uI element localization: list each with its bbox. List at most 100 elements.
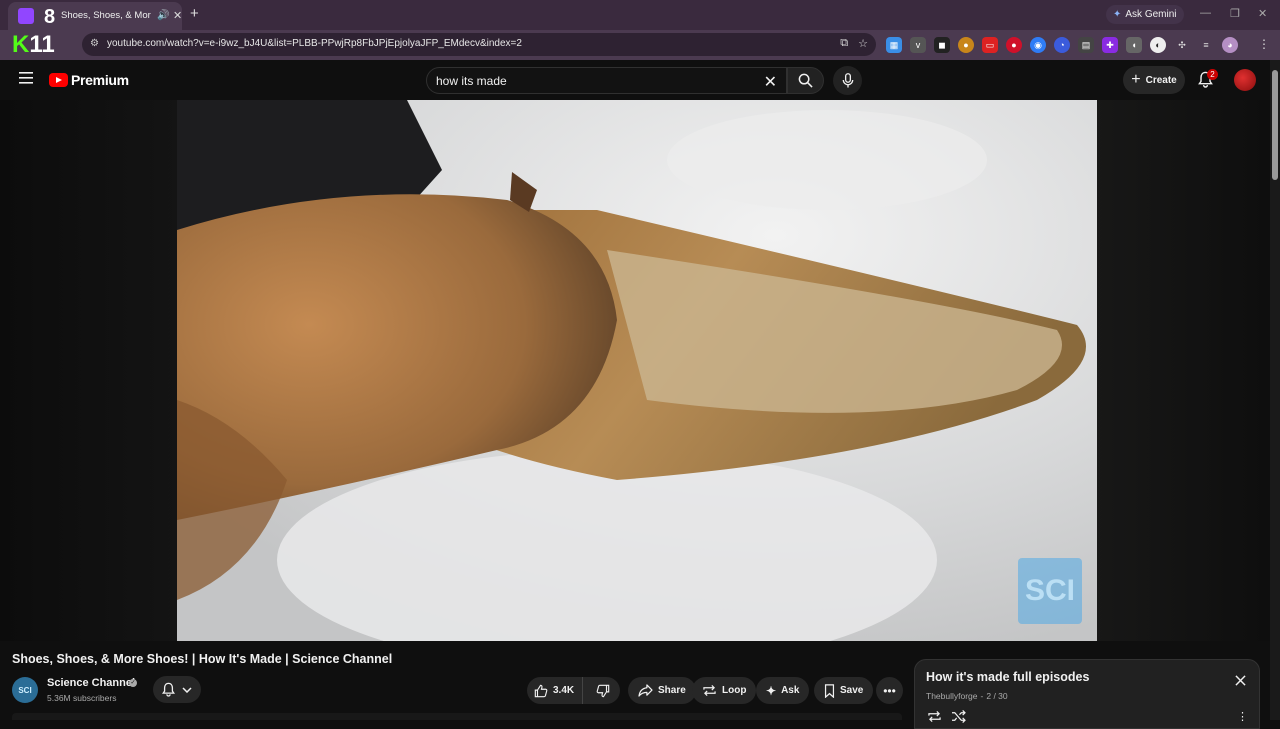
premium-label: Premium bbox=[71, 72, 129, 88]
speaker-icon[interactable]: 🔊 bbox=[157, 10, 169, 21]
plus-icon[interactable]: + bbox=[190, 5, 199, 22]
tab-badge: 8 bbox=[44, 6, 56, 28]
search-query[interactable]: how its made bbox=[436, 74, 507, 88]
extension-icon[interactable]: ✚ bbox=[1102, 37, 1118, 53]
browser-toolbar: K11 ⚙ youtube.com/watch?v=e-i9wz_bJ4U&li… bbox=[0, 30, 1280, 60]
thumbs-down-icon bbox=[596, 684, 610, 697]
thumbs-up-icon bbox=[534, 684, 548, 697]
subscriber-count: 5.36M subscribers bbox=[47, 693, 117, 703]
ask-label: Ask bbox=[781, 685, 800, 696]
extension-icon[interactable]: ● bbox=[1006, 37, 1022, 53]
extension-icon[interactable]: ▭ bbox=[982, 37, 998, 53]
ask-button[interactable]: ✦ Ask bbox=[756, 677, 810, 704]
save-button[interactable]: Save bbox=[814, 677, 874, 704]
browser-tab-strip: 8 Shoes, Shoes, & More Shoes! 🔊 ✕ + ✦ As… bbox=[0, 0, 1280, 30]
youtube-premium-logo[interactable]: Premium bbox=[49, 72, 129, 88]
create-label: Create bbox=[1145, 74, 1177, 86]
extension-icon[interactable]: v bbox=[910, 37, 926, 53]
like-button[interactable]: 3.4K bbox=[527, 677, 584, 704]
loop-button[interactable]: Loop bbox=[692, 677, 757, 704]
search-button[interactable] bbox=[787, 67, 824, 94]
loop-label: Loop bbox=[722, 685, 747, 696]
plus-icon: + bbox=[1131, 71, 1141, 88]
twitch-favicon-icon bbox=[18, 8, 34, 24]
video-frame[interactable]: SCI bbox=[177, 100, 1097, 641]
extension-icon[interactable]: ◼ bbox=[934, 37, 950, 53]
extension-icon[interactable]: ◐ bbox=[1150, 37, 1166, 53]
extension-icon[interactable]: ▦ bbox=[886, 37, 902, 53]
notification-count-badge: 2 bbox=[1207, 69, 1218, 80]
site-info-icon[interactable]: ⚙ bbox=[90, 38, 99, 49]
playlist-position: 2 / 30 bbox=[986, 691, 1008, 701]
create-button[interactable]: + Create bbox=[1123, 66, 1185, 94]
search-icon bbox=[798, 73, 813, 88]
extension-icon[interactable]: ◖ bbox=[1126, 37, 1142, 53]
share-button[interactable]: Share bbox=[628, 677, 696, 704]
extension-icon[interactable]: ● bbox=[958, 37, 974, 53]
extension-icon[interactable]: ◔ bbox=[1054, 37, 1070, 53]
url-text[interactable]: youtube.com/watch?v=e-i9wz_bJ4U&list=PLB… bbox=[107, 38, 522, 49]
bell-icon bbox=[162, 682, 176, 697]
playlist-meta: Thebullyforge - 2 / 30 bbox=[926, 691, 1008, 701]
ask-gemini-button[interactable]: ✦ Ask Gemini bbox=[1106, 5, 1184, 24]
share-arrow-icon bbox=[638, 684, 653, 697]
playlist-panel: How it's made full episodes Thebullyforg… bbox=[914, 659, 1260, 729]
bookmark-icon bbox=[824, 683, 835, 698]
profile-logo: K11 bbox=[12, 33, 55, 57]
shuffle-icon[interactable] bbox=[951, 710, 966, 723]
chevron-down-icon bbox=[182, 686, 192, 693]
kick-logo-letter: K bbox=[12, 31, 30, 58]
kebab-menu-icon[interactable]: ⋮ bbox=[1258, 37, 1270, 51]
kebab-menu-icon[interactable]: ⋮ bbox=[1237, 710, 1248, 723]
playlist-title[interactable]: How it's made full episodes bbox=[926, 670, 1089, 684]
more-actions-icon[interactable]: ••• bbox=[876, 677, 903, 704]
video-title: Shoes, Shoes, & More Shoes! | How It's M… bbox=[12, 652, 393, 666]
like-count: 3.4K bbox=[553, 685, 575, 696]
scrollbar-thumb[interactable] bbox=[1272, 70, 1278, 180]
extensions-row: ▦ v ◼ ● ▭ ● ◉ ◔ ▤ ✚ ◖ ◐ ✣ ≡ ◕ bbox=[886, 37, 1238, 53]
puzzle-icon[interactable]: ✣ bbox=[1174, 37, 1190, 53]
verified-check-icon: ✓ bbox=[129, 679, 137, 687]
install-app-icon[interactable]: ⧉ bbox=[840, 37, 848, 50]
ask-gemini-label: Ask Gemini bbox=[1125, 9, 1177, 20]
close-window-icon[interactable]: ✕ bbox=[1258, 7, 1267, 20]
hamburger-menu-icon[interactable] bbox=[19, 72, 33, 84]
loop-icon bbox=[703, 684, 716, 697]
browser-tab[interactable]: 8 Shoes, Shoes, & More Shoes! 🔊 ✕ bbox=[8, 2, 182, 30]
address-bar[interactable]: ⚙ youtube.com/watch?v=e-i9wz_bJ4U&list=P… bbox=[82, 33, 876, 56]
search-input[interactable]: how its made ✕ bbox=[426, 67, 787, 94]
page-scrollbar[interactable] bbox=[1270, 60, 1280, 720]
youtube-play-icon bbox=[49, 73, 68, 87]
extension-icon[interactable]: ▤ bbox=[1078, 37, 1094, 53]
loop-playlist-icon[interactable] bbox=[927, 710, 942, 723]
share-label: Share bbox=[658, 685, 686, 696]
account-avatar[interactable] bbox=[1234, 69, 1256, 91]
sparkle-icon: ✦ bbox=[1113, 9, 1122, 20]
like-dislike-group: 3.4K bbox=[527, 677, 620, 704]
video-frame-image bbox=[177, 100, 1097, 641]
bookmark-star-icon[interactable]: ☆ bbox=[858, 37, 868, 50]
extension-icon[interactable]: ◉ bbox=[1030, 37, 1046, 53]
clear-search-icon[interactable]: ✕ bbox=[764, 72, 777, 92]
close-icon[interactable] bbox=[1235, 675, 1246, 686]
voice-search-button[interactable] bbox=[833, 66, 862, 95]
profile-avatar-icon[interactable]: ◕ bbox=[1222, 37, 1238, 53]
tab-title: Shoes, Shoes, & More Shoes! bbox=[61, 10, 151, 21]
channel-avatar[interactable]: SCI bbox=[12, 677, 38, 703]
sparkle-icon: ✦ bbox=[766, 683, 777, 698]
microphone-icon bbox=[842, 73, 853, 88]
minimize-icon[interactable]: — bbox=[1200, 7, 1211, 19]
playlist-meta-separator: - bbox=[980, 691, 984, 701]
playlist-owner[interactable]: Thebullyforge bbox=[926, 691, 978, 701]
channel-name[interactable]: Science Channel bbox=[47, 677, 135, 689]
science-channel-watermark: SCI bbox=[1018, 558, 1082, 624]
reading-list-icon[interactable]: ≡ bbox=[1198, 37, 1214, 53]
profile-logo-number: 11 bbox=[29, 31, 55, 58]
youtube-masthead: Premium how its made ✕ + Create 2 bbox=[0, 60, 1280, 100]
save-label: Save bbox=[840, 685, 864, 696]
subscription-notifications-button[interactable] bbox=[153, 676, 201, 703]
dislike-button[interactable] bbox=[588, 677, 618, 704]
restore-icon[interactable]: ❐ bbox=[1230, 7, 1240, 20]
close-icon[interactable]: ✕ bbox=[173, 9, 182, 22]
description-box-edge bbox=[12, 713, 902, 720]
